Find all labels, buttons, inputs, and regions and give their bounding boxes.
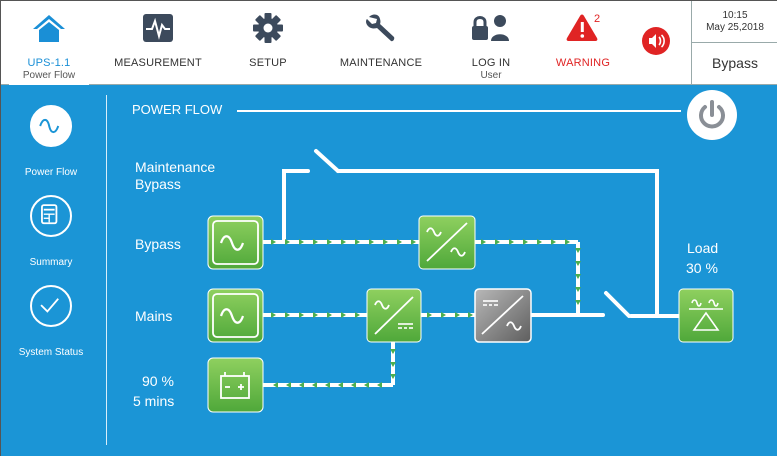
bypass-input-module[interactable]	[207, 215, 264, 270]
battery-arrows	[273, 349, 396, 388]
measurement-waveform-icon	[143, 14, 173, 42]
lock-user-icon	[472, 15, 509, 41]
battery-path	[263, 342, 395, 387]
nav-ups-sublabel: Power Flow	[22, 70, 76, 81]
nav-warning-label: WARNING	[555, 57, 611, 69]
mains-path	[261, 291, 681, 318]
load-module[interactable]	[678, 288, 734, 343]
main-panel: Power Flow Summary System Status POWER F…	[1, 85, 777, 456]
nav-login-sublabel: User	[480, 70, 502, 81]
ups-screen: UPS-1.1 Power Flow MEASUREMENT SETUP MAI…	[0, 0, 777, 456]
mains-input-module[interactable]	[207, 288, 264, 343]
power-flow-diagram	[207, 149, 734, 413]
home-icon	[33, 15, 65, 42]
nav-maintenance-label: MAINTENANCE	[339, 57, 423, 69]
nav-login[interactable]: LOG IN User	[441, 1, 541, 85]
nav-warning[interactable]: 2 WARNING	[541, 1, 625, 85]
nav-alarm-sound[interactable]	[635, 1, 677, 85]
nav-setup[interactable]: SETUP	[229, 1, 307, 85]
rectifier-module[interactable]	[366, 288, 422, 343]
clock-date: May 25,2018	[706, 22, 764, 33]
inverter-module[interactable]	[474, 288, 532, 343]
top-navigation-bar: UPS-1.1 Power Flow MEASUREMENT SETUP MAI…	[1, 1, 777, 85]
nav-ups-power-flow[interactable]: UPS-1.1 Power Flow	[9, 1, 89, 85]
clock-mode-panel: 10:15 May 25,2018 Bypass	[691, 1, 777, 85]
gear-icon	[253, 13, 283, 43]
nav-setup-label: SETUP	[249, 57, 287, 69]
nav-login-label: LOG IN	[471, 57, 511, 69]
nav-measurement-label: MEASUREMENT	[114, 57, 202, 69]
static-bypass-switch-module[interactable]	[418, 215, 476, 270]
nav-ups-label: UPS-1.1	[27, 57, 71, 69]
speaker-icon	[642, 27, 670, 55]
clock-time: 10:15	[722, 10, 748, 21]
divider	[692, 42, 777, 43]
nav-measurement[interactable]: MEASUREMENT	[99, 1, 217, 85]
nav-maintenance[interactable]: MAINTENANCE	[331, 1, 431, 85]
warning-count: 2	[594, 13, 601, 25]
operating-mode: Bypass	[712, 55, 758, 71]
battery-module[interactable]	[207, 357, 264, 413]
wrench-icon	[366, 14, 395, 42]
